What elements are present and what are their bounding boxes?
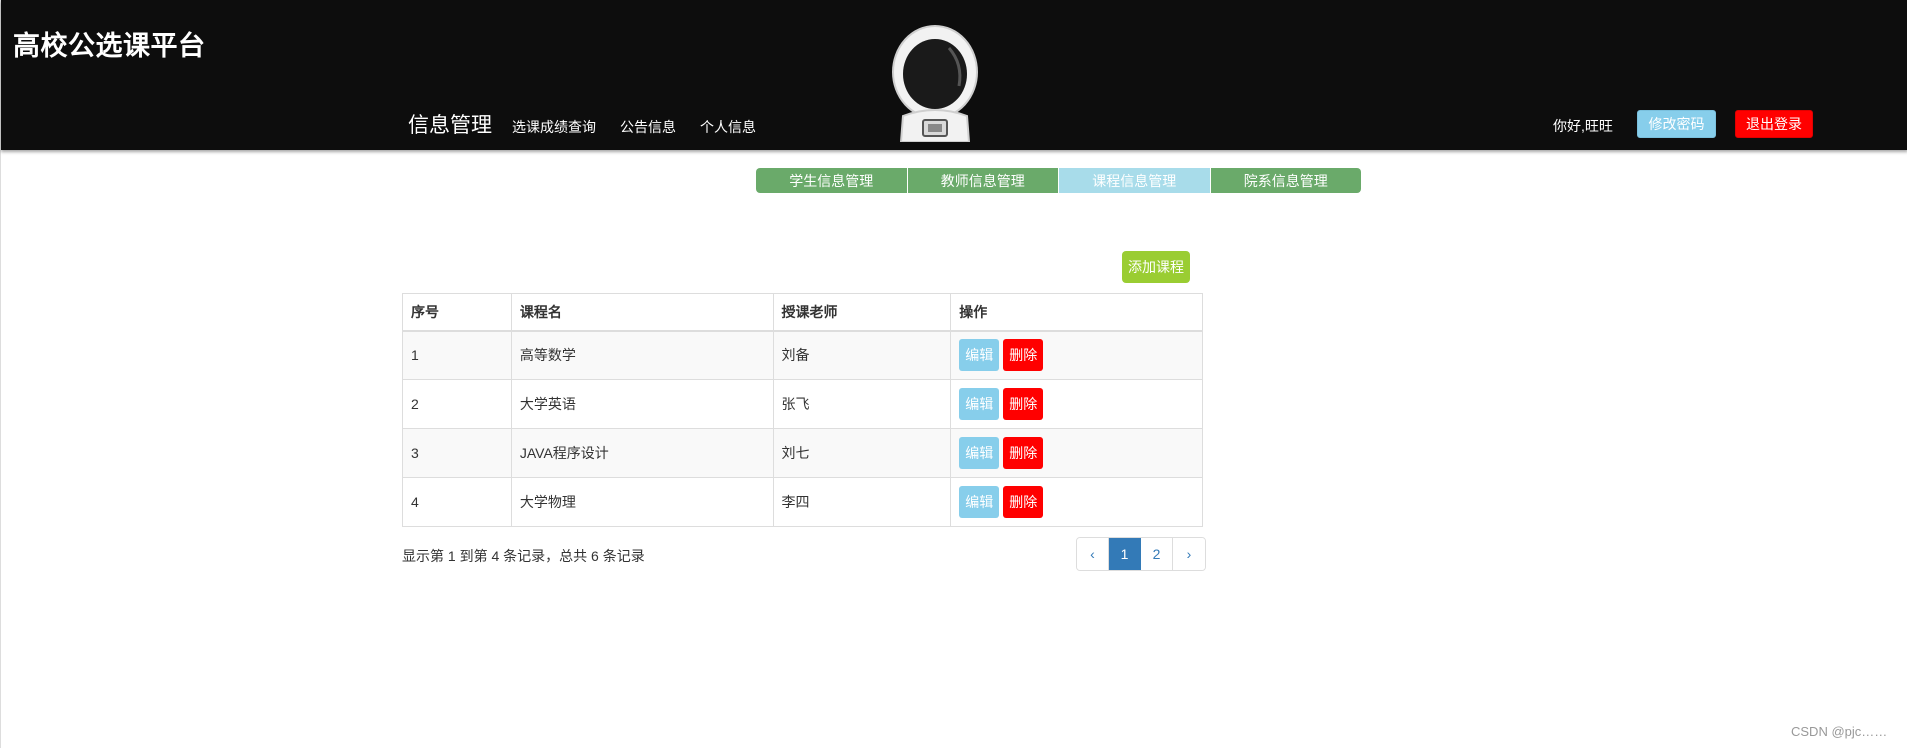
pagination: ‹ 1 2 ›	[1076, 537, 1206, 571]
page-1-button[interactable]: 1	[1109, 538, 1141, 570]
edit-button[interactable]: 编辑	[959, 437, 1000, 469]
next-page-button[interactable]: ›	[1173, 538, 1205, 570]
tab-student-management[interactable]: 学生信息管理	[756, 168, 908, 193]
column-header-teacher[interactable]: 授课老师	[772, 293, 952, 332]
column-header-course[interactable]: 课程名	[510, 293, 774, 332]
table-row: 2 大学英语 张飞 编辑 删除	[402, 379, 1203, 429]
cell-index: 4	[402, 477, 512, 527]
delete-button[interactable]: 删除	[1003, 388, 1044, 420]
cell-teacher: 李四	[772, 477, 952, 527]
tab-teacher-management[interactable]: 教师信息管理	[908, 168, 1059, 193]
nav-personal-info[interactable]: 个人信息	[700, 117, 756, 137]
cell-index: 1	[402, 330, 512, 380]
table-row: 4 大学物理 李四 编辑 删除	[402, 477, 1203, 527]
delete-button[interactable]: 删除	[1003, 486, 1044, 518]
pagination-info: 显示第 1 到第 4 条记录，总共 6 条记录	[402, 548, 645, 564]
table-header-row: 序号 课程名 授课老师 操作	[402, 293, 1203, 332]
cell-teacher: 刘七	[772, 428, 952, 478]
edit-button[interactable]: 编辑	[959, 339, 1000, 372]
nav-info-management[interactable]: 信息管理	[408, 109, 492, 139]
edit-button[interactable]: 编辑	[959, 388, 1000, 420]
cell-actions: 编辑 删除	[950, 379, 1203, 429]
logout-button[interactable]: 退出登录	[1735, 110, 1813, 138]
cell-actions: 编辑 删除	[950, 428, 1203, 478]
watermark: CSDN @pjc……	[1791, 724, 1888, 739]
top-navbar: 高校公选课平台 信息管理 选课成绩查询 公告信息 个人信息 你好,旺旺 修改密码…	[1, 0, 1907, 150]
nav-announcements[interactable]: 公告信息	[620, 117, 676, 137]
course-table: 序号 课程名 授课老师 操作 1 高等数学 刘备 编辑 删除 2 大学英语 张飞 …	[402, 293, 1203, 527]
cell-teacher: 刘备	[772, 330, 952, 380]
delete-button[interactable]: 删除	[1003, 339, 1044, 372]
prev-page-button[interactable]: ‹	[1077, 538, 1109, 570]
cell-course: 大学英语	[510, 379, 774, 429]
user-greeting: 你好,旺旺	[1553, 118, 1613, 134]
nav-course-score-query[interactable]: 选课成绩查询	[512, 117, 596, 137]
column-header-index[interactable]: 序号	[402, 293, 512, 332]
cell-index: 2	[402, 379, 512, 429]
change-password-button[interactable]: 修改密码	[1637, 110, 1716, 138]
cell-course: 大学物理	[510, 477, 774, 527]
cell-course: 高等数学	[510, 330, 774, 380]
tab-department-management[interactable]: 院系信息管理	[1211, 168, 1362, 193]
column-header-actions: 操作	[950, 293, 1203, 332]
delete-button[interactable]: 删除	[1003, 437, 1044, 469]
cell-actions: 编辑 删除	[950, 477, 1203, 527]
cell-index: 3	[402, 428, 512, 478]
cell-course: JAVA程序设计	[510, 428, 774, 478]
table-row: 1 高等数学 刘备 编辑 删除	[402, 330, 1203, 380]
cell-actions: 编辑 删除	[950, 330, 1203, 380]
add-course-button[interactable]: 添加课程	[1122, 251, 1190, 283]
brand-title: 高校公选课平台	[13, 31, 206, 61]
edit-button[interactable]: 编辑	[959, 486, 1000, 518]
table-row: 3 JAVA程序设计 刘七 编辑 删除	[402, 428, 1203, 478]
astronaut-mascot-icon	[892, 25, 978, 142]
tab-course-management[interactable]: 课程信息管理	[1059, 168, 1211, 193]
page-2-button[interactable]: 2	[1141, 538, 1173, 570]
management-subtabs: 学生信息管理 教师信息管理 课程信息管理 院系信息管理	[756, 168, 1361, 193]
cell-teacher: 张飞	[772, 379, 952, 429]
